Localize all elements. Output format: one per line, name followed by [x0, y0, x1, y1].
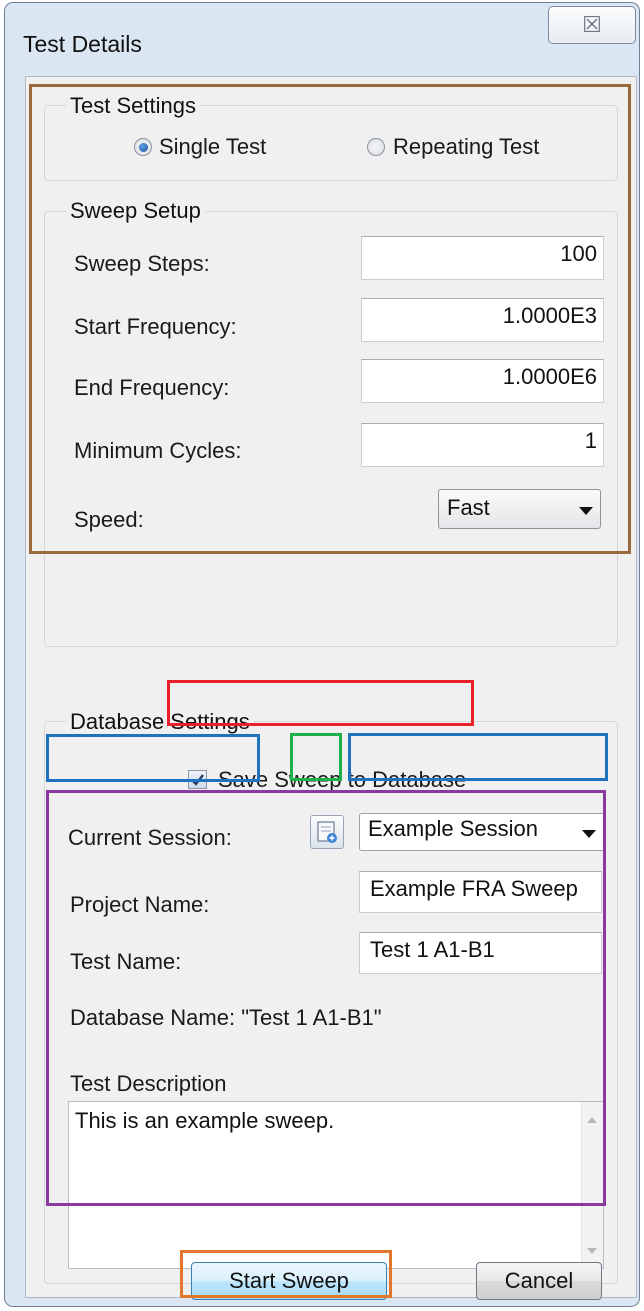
- radio-selected-dot: [139, 143, 148, 152]
- new-session-button[interactable]: [310, 815, 344, 849]
- single-test-radio[interactable]: [134, 138, 152, 156]
- speed-value: Fast: [447, 495, 490, 520]
- project-name-input[interactable]: Example FRA Sweep: [359, 871, 602, 913]
- session-select[interactable]: Example Session: [359, 813, 605, 851]
- end-frequency-label: End Frequency:: [74, 375, 230, 400]
- save-sweep-label[interactable]: Save Sweep to Database: [218, 767, 466, 793]
- new-session-icon: [317, 821, 337, 843]
- scroll-down-icon: [587, 1248, 597, 1254]
- test-name-label: Test Name:: [70, 949, 182, 974]
- dialog-title: Test Details: [23, 31, 142, 57]
- scroll-up-icon: [587, 1117, 597, 1123]
- description-scrollbar[interactable]: [581, 1102, 603, 1268]
- speed-label: Speed:: [74, 507, 144, 532]
- single-test-label[interactable]: Single Test: [159, 134, 266, 160]
- speed-select[interactable]: Fast: [438, 489, 601, 529]
- repeating-test-radio[interactable]: [367, 138, 385, 156]
- database-settings-legend: Database Settings: [66, 709, 254, 735]
- minimum-cycles-input[interactable]: 1: [361, 423, 604, 467]
- save-sweep-checkbox[interactable]: [188, 770, 207, 789]
- close-button[interactable]: ☒: [548, 6, 636, 44]
- close-icon: ☒: [582, 12, 602, 37]
- start-sweep-button[interactable]: Start Sweep: [191, 1262, 387, 1300]
- test-name-input[interactable]: Test 1 A1-B1: [359, 932, 602, 974]
- database-name-text: Database Name: "Test 1 A1-B1": [70, 1005, 382, 1030]
- test-description-text: This is an example sweep.: [75, 1108, 335, 1133]
- cancel-button[interactable]: Cancel: [476, 1262, 602, 1300]
- sweep-steps-label: Sweep Steps:: [74, 251, 210, 276]
- repeating-test-label[interactable]: Repeating Test: [393, 134, 539, 160]
- chevron-down-icon: [582, 830, 596, 838]
- current-session-label: Current Session:: [68, 825, 232, 850]
- checkmark-icon: [191, 774, 204, 786]
- test-settings-legend: Test Settings: [66, 93, 200, 119]
- project-name-label: Project Name:: [70, 892, 210, 917]
- minimum-cycles-label: Minimum Cycles:: [74, 438, 242, 463]
- session-value: Example Session: [368, 816, 538, 841]
- test-description-label: Test Description: [70, 1071, 227, 1096]
- sweep-steps-input[interactable]: 100: [361, 236, 604, 280]
- dialog-body: Test Settings Single Test Repeating Test…: [25, 76, 637, 1300]
- end-frequency-input[interactable]: 1.0000E6: [361, 359, 604, 403]
- start-frequency-label: Start Frequency:: [74, 314, 237, 339]
- sweep-setup-legend: Sweep Setup: [66, 198, 205, 224]
- chevron-down-icon: [579, 507, 593, 515]
- title-bar: Test Details ☒: [5, 3, 639, 79]
- test-description-textarea[interactable]: This is an example sweep.: [68, 1101, 604, 1269]
- start-frequency-input[interactable]: 1.0000E3: [361, 298, 604, 342]
- test-details-dialog: Test Details ☒ Test Settings Single Test…: [4, 2, 640, 1307]
